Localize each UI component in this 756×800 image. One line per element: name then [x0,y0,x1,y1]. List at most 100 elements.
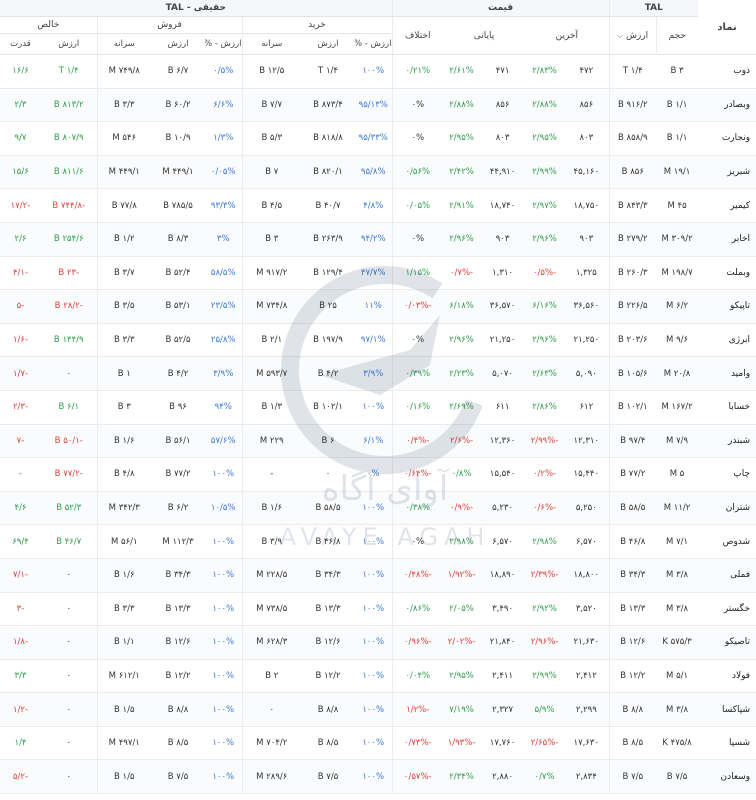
cell-net-power: ۱۶/۶ [0,54,41,89]
cell-diff: ۰% [391,524,444,559]
cell-symbol[interactable]: خگستر [698,592,756,627]
cell-net-value: ۱/۴ T [41,54,97,89]
cell-symbol[interactable]: چاپ [698,457,756,492]
cell-symbol[interactable]: ابرژی [698,323,756,358]
cell-buy-per-capita: ۷ B [241,155,301,190]
cell-symbol[interactable]: وبملت [698,256,756,291]
cell-net-power: ۲/۳ [0,88,41,123]
cell-sell-value: ۱۲/۶ B [151,625,205,660]
cell-close-pct: -۱/۹۳% [443,726,481,761]
cell-net-power: -۱/۷ [0,356,41,391]
table-row[interactable]: ذوب ۳ B ۱/۴ T ۴۷۲ ۲/۸۳% ۴۷۱ ۲/۶۱% ۰/۲۱% ۱۰۰% ۱/۴ … [0,54,756,89]
header-sell-per-capita[interactable]: سرانه [96,33,151,55]
table-row[interactable]: شپاکسا ۳/۸ M ۸/۸ B ۲,۲۹۹ ۵/۹% ۲,۳۲۷ ۷/۱۹% -۱/۲%… [0,692,756,727]
cell-symbol[interactable]: خسابا [698,390,756,425]
cell-sell-value: ۱۱۲/۳ M [151,524,205,559]
table-row[interactable]: تاصیکو ۵۷۵/۳ K ۱۲/۶ B ۲۱,۶۳۰ -۲/۹۶% ۲۱,۸۴۰ -۲/… [0,625,756,660]
cell-close-pct: ۷/۱۹% [443,692,481,727]
cell-symbol[interactable]: تاصیکو [698,625,756,660]
table-row[interactable]: وسعادن ۷/۵ B ۷/۵ B ۲,۸۳۴ ۰/۷% ۲,۸۸۰ ۲/۳۴% -۰/۵۷… [0,759,756,795]
table-row[interactable]: چاپ ۵ M ۷۷/۲ B ۱۵,۴۴۰ -۰/۲% ۱۵,۵۴۰ ۰/۸% -۰/۶۴% ۰… [0,457,756,492]
table-row[interactable]: تاپیکو ۶/۲ M ۲۲۶/۵ B ۳۶,۵۶۰ ۶/۱۶% ۳۶,۵۷۰ ۶/۱۸%… [0,289,756,324]
cell-net-value: -۷۴۴/۸ B [41,188,97,223]
cell-symbol[interactable]: فولاد [698,659,756,694]
header-close[interactable]: پایانی [443,16,526,55]
table-row[interactable]: ونجارت ۱/۱ B ۸۵۸/۹ B ۸۰۳ ۲/۹۵% ۸۰۳ ۲/۹۵% ۰% ۹۵/۳… [0,121,756,156]
header-volume[interactable]: حجم [655,16,699,55]
table-row[interactable]: فولاد ۵/۱ M ۱۲/۲ B ۲,۴۱۲ ۲/۹۹% ۲,۴۱۱ ۲/۹۵% ۰/۰۴… [0,659,756,694]
cell-symbol[interactable]: اخابر [698,222,756,257]
table-row[interactable]: خسابا ۱۶۷/۲ M ۱۰۲/۱ B ۶۱۲ ۲/۸۶% ۶۱۱ ۲/۶۹% ۰/۱۶%… [0,390,756,425]
cell-value: ۸/۵ B [608,726,657,761]
header-net-power[interactable]: قدرت [0,33,41,55]
table-row[interactable]: شبریز ۱۹/۱ M ۸۵۶ B ۴۵,۱۶۰ ۲/۹۹% ۴۴,۹۱۰ ۲/۴۲% ۰/… [0,155,756,190]
header-value-sort[interactable]: ارزش ⌵ [608,16,657,55]
table-row[interactable]: خگستر ۳/۸ M ۱۳/۳ B ۳,۵۲۰ ۲/۹۲% ۳,۴۹۰ ۲/۰۵% ۰/۸۶… [0,592,756,627]
cell-close-pct: -۰/۹% [443,491,481,526]
cell-close: ۲۱,۸۴۰ [480,625,526,660]
cell-diff: -۰/۶۴% [391,457,444,492]
cell-close: ۸۰۳ [480,121,526,156]
cell-net-power: ۱۵/۶ [0,155,41,190]
cell-volume: ۲۰/۸ M [656,356,699,391]
cell-last: ۱۷,۶۳۰ [564,726,610,761]
table-row[interactable]: وبصادر ۱/۱ B ۹۱۶/۲ B ۸۵۶ ۲/۸۸% ۸۵۶ ۲/۸۸% ۰% ۹۵/۱… [0,88,756,123]
cell-buy-value: ۳۴/۳ B [301,558,355,593]
cell-sell-per-capita: ۱/۲ B [96,222,151,257]
cell-symbol[interactable]: شسپا [698,726,756,761]
table-row[interactable]: شتران ۱۱/۲ M ۵۸/۵ B ۵,۲۵۰ -۰/۶% ۵,۲۳۰ -۰/۹% ۰/۳… [0,491,756,526]
cell-symbol[interactable]: وسعادن [698,759,756,795]
cell-symbol[interactable]: وامید [698,356,756,391]
cell-value: ۸۵۸/۹ B [608,121,657,156]
cell-net-power: -۱/۸ [0,625,41,660]
header-sell-value[interactable]: ارزش [151,33,205,55]
table-row[interactable]: فملی ۳/۸ M ۳۴/۳ B ۱۸,۸۰۰ -۲/۳۹% ۱۸,۸۹۰ -۱/۹۲% -… [0,558,756,593]
table-row[interactable]: اخابر ۳۰۹/۲ M ۲۷۹/۲ B ۹۰۳ ۲/۹۶% ۹۰۳ ۲/۹۶% ۰% ۹۴/… [0,222,756,257]
table-row[interactable]: شسپا ۴۷۵/۸ K ۸/۵ B ۱۷,۶۳۰ -۲/۶۵% ۱۷,۷۶۰ -۱/۹۳%… [0,726,756,761]
cell-sell-per-capita: ۵۴۶ M [96,121,151,156]
header-buy-per-capita[interactable]: سرانه [241,33,301,55]
table-row[interactable]: وبملت ۱۹۸/۷ M ۲۶۰/۳ B ۱,۳۲۵ -۰/۵% ۱,۳۱۰ -۰/۷% ۱… [0,256,756,291]
header-net-value[interactable]: ارزش [41,33,97,55]
cell-symbol[interactable]: تاپیکو [698,289,756,324]
cell-buy-value: ۴۰/۷ B [301,188,355,223]
cell-close-pct: ۲/۹۵% [443,121,481,156]
cell-net-value: ۰ [41,692,97,727]
cell-symbol[interactable]: شتران [698,491,756,526]
header-buy-value[interactable]: ارزش [301,33,355,55]
cell-buy-per-capita: ۷/۷ B [241,88,301,123]
cell-net-value: ۰ [41,726,97,761]
table-row[interactable]: شبندر ۷/۹ M ۹۷/۴ B ۱۲,۳۱۰ -۲/۹۹% ۱۲,۳۶۰ -۲/۶% -… [0,424,756,459]
cell-close-pct: -۲/۶% [443,424,481,459]
cell-close-pct: ۲/۰۵% [443,592,481,627]
cell-symbol[interactable]: شدوص [698,524,756,559]
table-row[interactable]: شدوص ۷/۱ M ۴۶/۸ B ۶,۵۷۰ ۲/۹۸% ۶,۵۷۰ ۲/۹۸% ۰% ۱۰۰… [0,524,756,559]
header-diff[interactable]: اختلاف [391,16,444,55]
cell-close: ۳,۴۹۰ [480,592,526,627]
cell-symbol[interactable]: کیمیر [698,188,756,223]
cell-symbol[interactable]: ونجارت [698,121,756,156]
table-row[interactable]: ابرژی ۹/۶ M ۲۰۳/۶ B ۲۱,۲۵۰ ۲/۹۶% ۲۱,۲۵۰ ۲/۹۶% ۰… [0,323,756,358]
table-row[interactable]: وامید ۲۰/۸ M ۱۰۵/۶ B ۵,۰۹۰ ۲/۶۳% ۵,۰۷۰ ۲/۲۳% ۰/… [0,356,756,391]
cell-buy-value-pct: ۱۰۰% [355,726,392,761]
cell-symbol[interactable]: شپاکسا [698,692,756,727]
header-real-tal: حقیقی - TAL [0,0,392,17]
cell-symbol[interactable]: شبریز [698,155,756,190]
cell-last-pct: ۲/۹۷% [525,188,565,223]
cell-symbol[interactable]: شبندر [698,424,756,459]
cell-volume: ۱/۱ B [656,88,699,123]
cell-sell-value: ۶۰/۲ B [151,88,205,123]
cell-close-pct: ۲/۹۸% [443,524,481,559]
cell-symbol[interactable]: ذوب [698,54,756,89]
cell-sell-value: ۶/۲ B [151,491,205,526]
header-last[interactable]: آخرین [525,16,610,55]
header-sell-value-pct[interactable]: ارزش - % [205,33,242,55]
cell-close: ۲,۳۲۷ [480,692,526,727]
table-row[interactable]: کیمیر ۴۵ M ۸۴۳/۳ B ۱۸,۷۵۰ ۲/۹۷% ۱۸,۷۴۰ ۲/۹۱% ۰/… [0,188,756,223]
header-buy-value-pct[interactable]: ارزش - % [355,33,392,55]
cell-sell-value-pct: ۱۰۰% [205,692,242,727]
cell-symbol[interactable]: فملی [698,558,756,593]
cell-buy-value: ۸/۸ B [301,692,355,727]
cell-symbol[interactable]: وبصادر [698,88,756,123]
cell-volume: ۴۵ M [656,188,699,223]
